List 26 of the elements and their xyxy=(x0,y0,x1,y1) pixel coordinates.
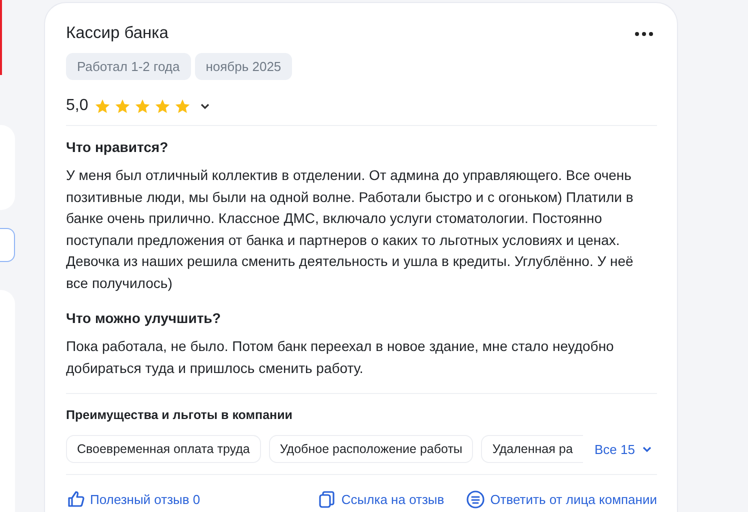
rating-value: 5,0 xyxy=(66,97,88,115)
benefit-chip: Удаленная ра xyxy=(481,435,583,463)
review-title: Кассир банка xyxy=(66,24,168,43)
benefit-chip: Своевременная оплата труда xyxy=(66,435,261,463)
review-text: У меня был отличный коллектив в отделении. От админа до управляющего. Все очень позитивные люди, мы были на одной волне. Работали быстро и с огоньком) Платили в банке очень прилично. Классное ДМС, включало услуги стоматологии. Постоянно поступали предложения от банка и партнеров о каких то льготных условиях и ценах. Девочка из наших решила сменить деятельность и ушла в кредиты. Углублённо. У неё все получилось) xyxy=(66,166,634,293)
review-text: Пока работала, не было. Потом банк переехал в новое здание, мне стало неудобно добираться туда и пришлось сменить работу. xyxy=(66,337,615,378)
star-icon xyxy=(134,98,152,114)
benefit-chip: Удобное расположение работы xyxy=(268,435,474,463)
more-options-button[interactable] xyxy=(633,30,655,38)
copy-icon xyxy=(317,490,336,509)
message-icon xyxy=(466,490,486,509)
tag: Работал 1-2 года xyxy=(66,53,191,80)
star-icon xyxy=(114,98,132,114)
show-all-button[interactable]: Все 15 xyxy=(594,442,653,456)
helpful-link[interactable]: Полезный отзыв 0 xyxy=(66,490,200,509)
input-field[interactable] xyxy=(0,228,15,262)
section-heading: Что нравится? xyxy=(66,139,170,155)
star-icon xyxy=(154,98,172,114)
share-link[interactable]: Ссылка на отзыв xyxy=(317,490,444,509)
star-icon xyxy=(94,98,112,114)
section-heading: Что можно улучшить? xyxy=(66,310,222,326)
thumbs-up-icon xyxy=(66,490,85,509)
tag: ноябрь 2025 xyxy=(194,53,292,80)
reply-link[interactable]: Ответить от лица компании xyxy=(466,490,657,509)
benefits-heading: Преимущества и льготы в компании xyxy=(66,408,294,422)
star-icon xyxy=(174,98,192,114)
